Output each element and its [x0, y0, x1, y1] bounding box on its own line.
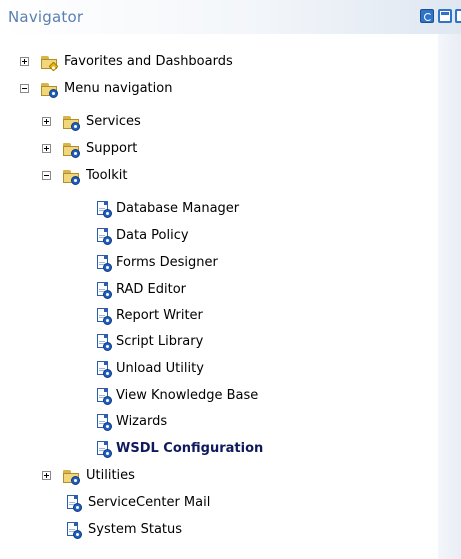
- tree-leaf-label[interactable]: System Status: [88, 522, 182, 538]
- tree-leaf-database-manager[interactable]: Database Manager: [0, 200, 430, 220]
- tree-node-menu-navigation[interactable]: Menu navigation: [0, 80, 430, 100]
- document-icon: [94, 281, 112, 299]
- tree-node-utilities[interactable]: Utilities: [0, 467, 430, 487]
- tree-node-label[interactable]: Menu navigation: [64, 81, 172, 97]
- tree-leaf-script-library[interactable]: Script Library: [0, 333, 430, 353]
- document-icon: [94, 333, 112, 351]
- document-icon: [94, 387, 112, 405]
- folder-icon: [62, 114, 82, 131]
- tree-leaf-label[interactable]: Database Manager: [116, 201, 239, 217]
- document-icon: [64, 521, 82, 539]
- folder-open-icon: [40, 81, 60, 98]
- new-window-icon[interactable]: [455, 9, 461, 23]
- tree-leaf-label[interactable]: RAD Editor: [116, 282, 186, 298]
- tree-leaf-label[interactable]: Unload Utility: [116, 361, 204, 377]
- tree-node-label[interactable]: Services: [86, 114, 141, 130]
- document-icon: [64, 494, 82, 512]
- sidebar-strip: [438, 34, 461, 559]
- tree-leaf-label-selected[interactable]: WSDL Configuration: [116, 441, 263, 457]
- tree-leaf-unload-utility[interactable]: Unload Utility: [0, 360, 430, 380]
- tree-leaf-label[interactable]: Data Policy: [116, 228, 189, 244]
- document-icon: [94, 360, 112, 378]
- tree-node-label[interactable]: Support: [86, 141, 137, 157]
- tree-leaf-wsdl-configuration[interactable]: WSDL Configuration: [0, 440, 430, 460]
- tree-node-label[interactable]: Favorites and Dashboards: [64, 54, 233, 70]
- tree-leaf-label[interactable]: View Knowledge Base: [116, 388, 258, 404]
- folder-open-icon: [62, 168, 82, 185]
- navigator-tree: Favorites and Dashboards Menu navigation…: [0, 0, 438, 559]
- tree-node-support[interactable]: Support: [0, 140, 430, 160]
- tree-leaf-label[interactable]: Forms Designer: [116, 255, 218, 271]
- tree-node-services[interactable]: Services: [0, 113, 430, 133]
- folder-icon: [62, 468, 82, 485]
- tree-leaf-report-writer[interactable]: Report Writer: [0, 307, 430, 327]
- tree-leaf-rad-editor[interactable]: RAD Editor: [0, 281, 430, 301]
- tree-leaf-label[interactable]: Report Writer: [116, 308, 203, 324]
- expand-icon[interactable]: [42, 471, 51, 480]
- tree-leaf-servicecenter-mail[interactable]: ServiceCenter Mail: [0, 494, 430, 514]
- tree-leaf-system-status[interactable]: System Status: [0, 521, 430, 541]
- favorites-folder-icon: [40, 54, 60, 72]
- document-icon[interactable]: [438, 9, 452, 23]
- collapse-icon[interactable]: [42, 171, 51, 180]
- collapse-icon[interactable]: [20, 84, 29, 93]
- expand-icon[interactable]: [42, 117, 51, 126]
- document-icon: [94, 227, 112, 245]
- tree-node-label[interactable]: Utilities: [86, 468, 135, 484]
- document-icon: [94, 307, 112, 325]
- tree-leaf-forms-designer[interactable]: Forms Designer: [0, 254, 430, 274]
- tree-node-toolkit[interactable]: Toolkit: [0, 167, 430, 187]
- tree-leaf-label[interactable]: Script Library: [116, 334, 203, 350]
- expand-icon[interactable]: [20, 57, 29, 66]
- tree-node-label[interactable]: Toolkit: [86, 168, 128, 184]
- folder-icon: [62, 141, 82, 158]
- document-icon: [94, 254, 112, 272]
- tree-leaf-wizards[interactable]: Wizards: [0, 413, 430, 433]
- document-icon: [94, 413, 112, 431]
- document-icon: [94, 440, 112, 458]
- tree-leaf-data-policy[interactable]: Data Policy: [0, 227, 430, 247]
- tree-node-favorites[interactable]: Favorites and Dashboards: [0, 53, 430, 73]
- document-icon: [94, 200, 112, 218]
- tree-leaf-view-knowledge-base[interactable]: View Knowledge Base: [0, 387, 430, 407]
- expand-icon[interactable]: [42, 144, 51, 153]
- tree-leaf-label[interactable]: ServiceCenter Mail: [88, 495, 210, 511]
- tree-leaf-label[interactable]: Wizards: [116, 414, 167, 430]
